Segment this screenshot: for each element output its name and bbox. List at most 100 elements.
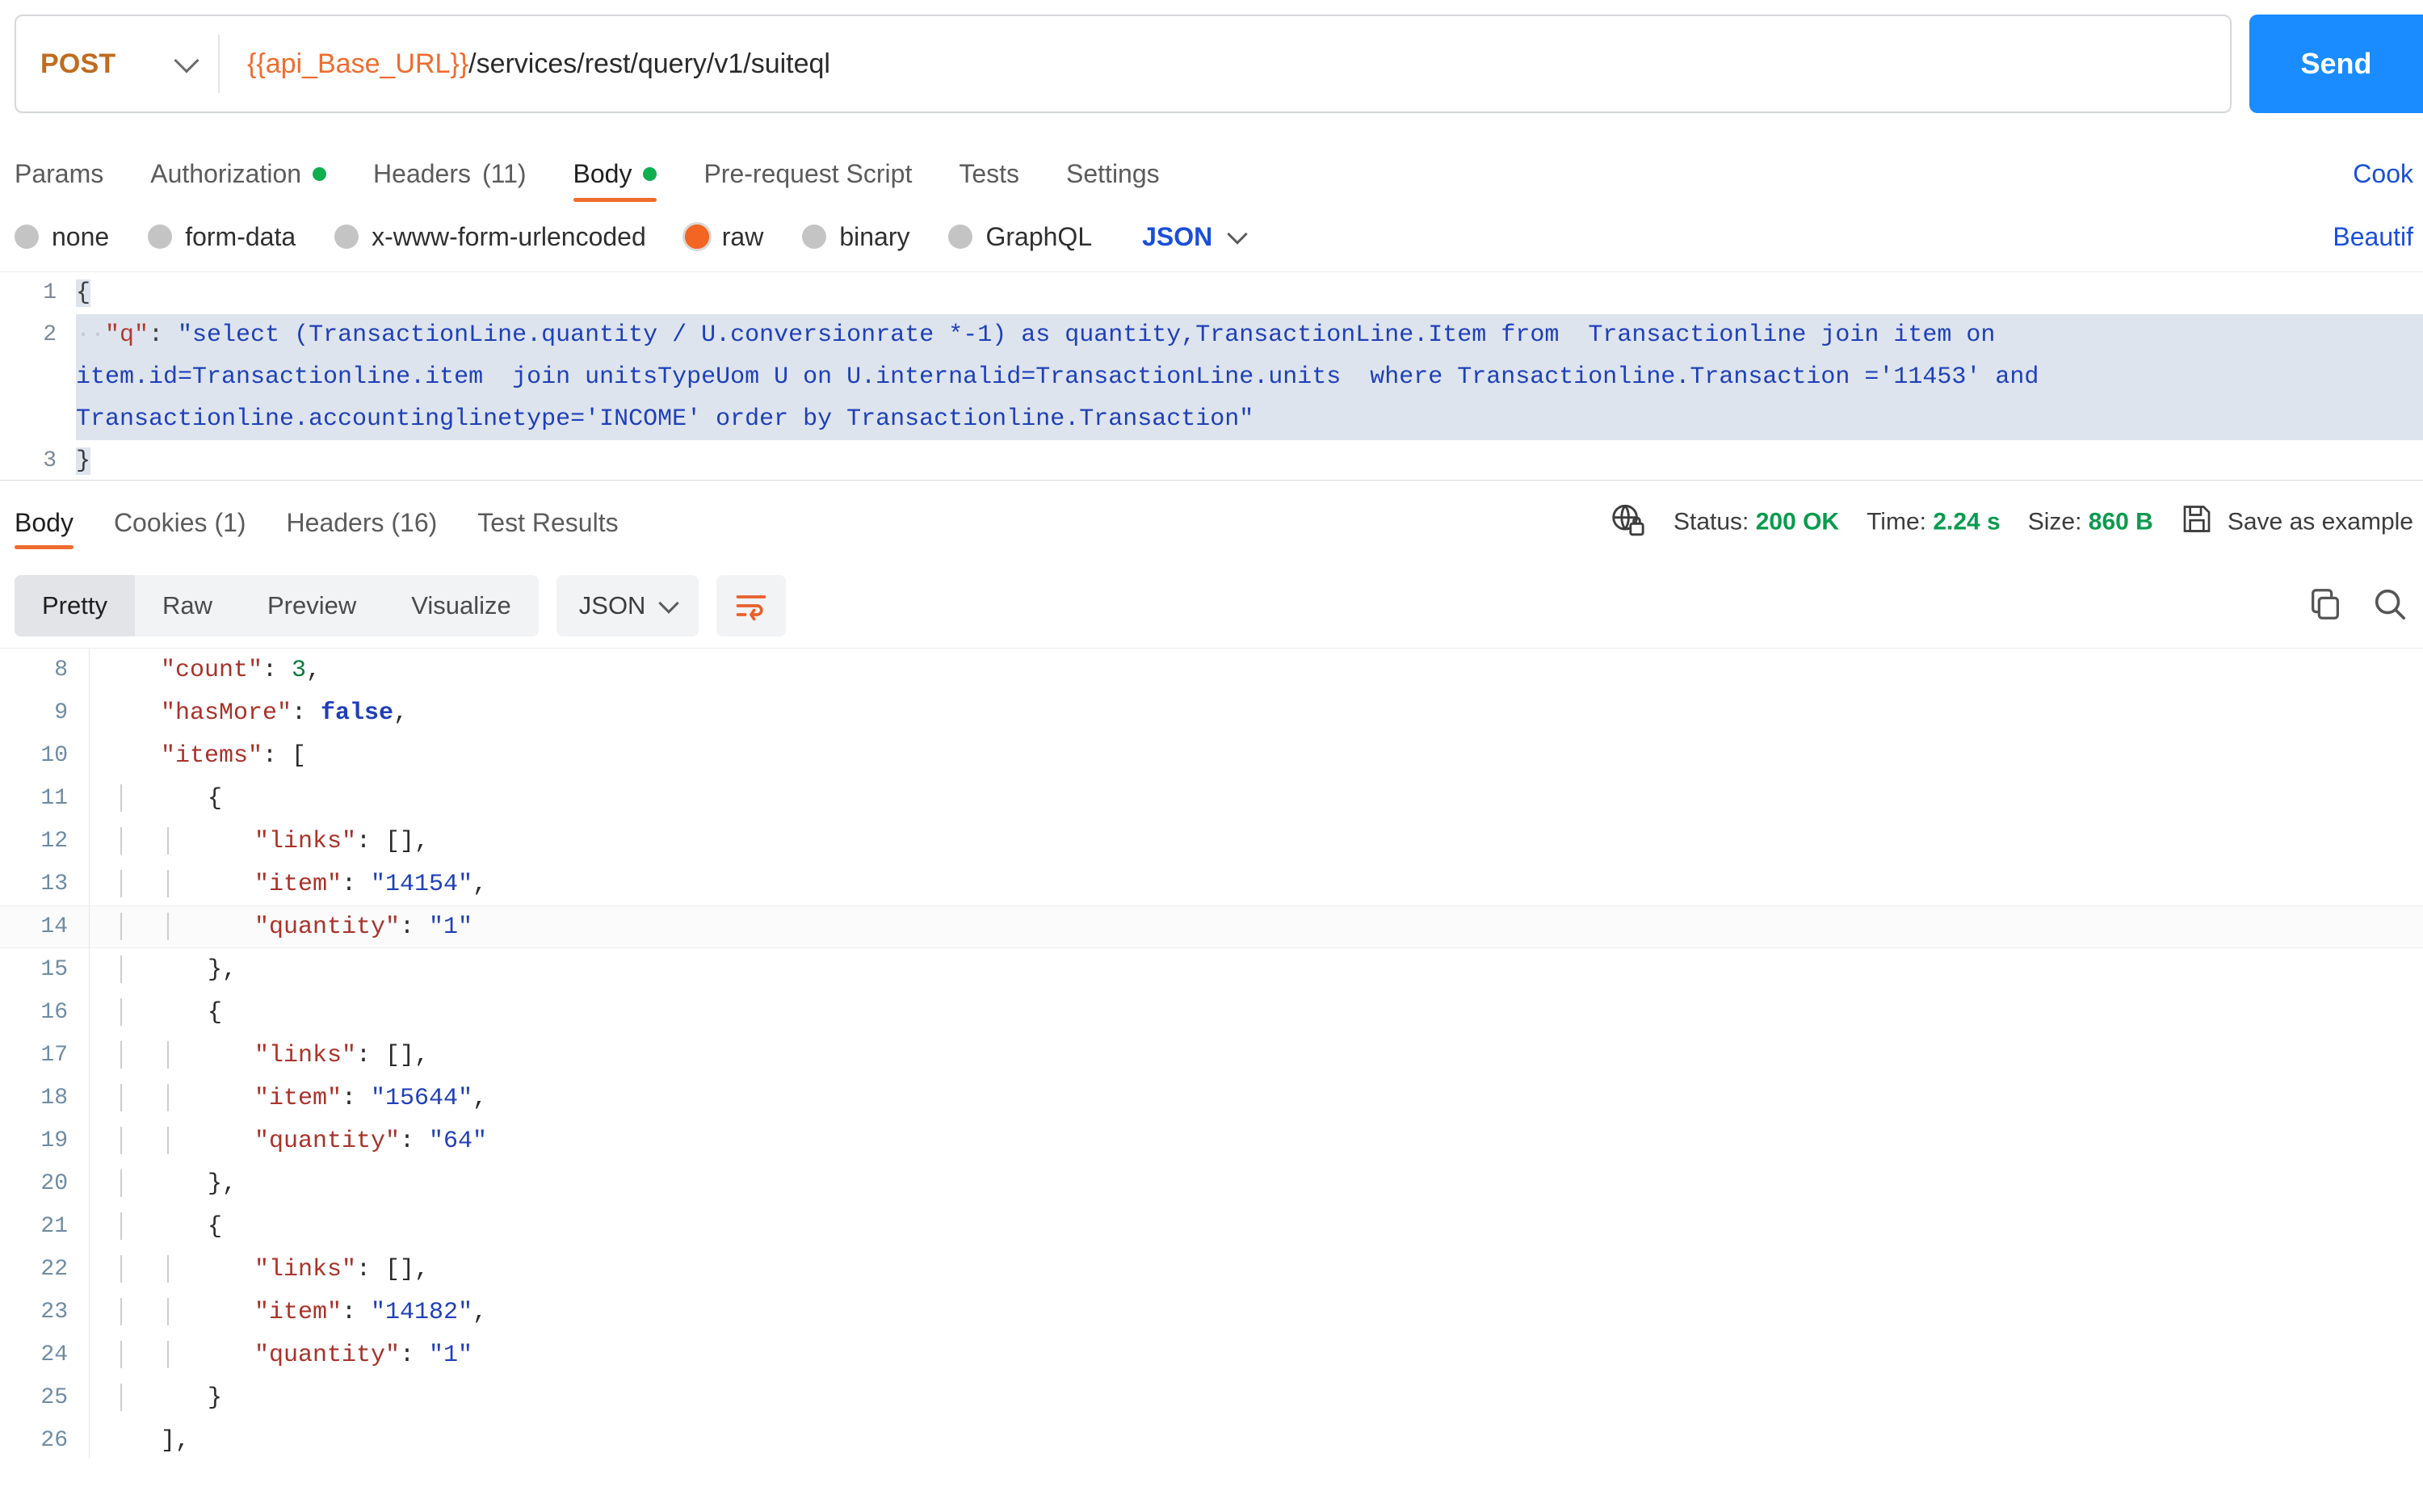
body-type-graphql[interactable]: GraphQL — [948, 222, 1092, 252]
response-code-line: 19 │ │ "quantity": "64" — [0, 1119, 2423, 1162]
response-code-text: "count": 3, — [161, 656, 321, 684]
tab-headers[interactable]: Headers (11) — [373, 159, 526, 202]
body-type-form-data[interactable]: form-data — [148, 222, 296, 252]
chevron-down-icon — [1227, 223, 1248, 245]
tab-label: Authorization — [150, 159, 302, 188]
view-mode-preview[interactable]: Preview — [240, 575, 384, 636]
save-as-example-button[interactable]: Save as example — [2181, 503, 2413, 542]
http-method-label: POST — [40, 48, 116, 79]
response-code-text: │ │ "quantity": "1" — [114, 1341, 473, 1369]
tab-tests[interactable]: Tests — [959, 159, 1019, 202]
editor-line: 1 { — [0, 272, 2423, 314]
line-number: 10 — [40, 743, 68, 768]
response-code-line: 16 │{ — [0, 991, 2423, 1034]
response-tab-body[interactable]: Body — [15, 495, 73, 549]
line-number: 26 — [40, 1428, 68, 1453]
radio-icon — [948, 225, 973, 249]
body-type-x-www-form-urlencoded[interactable]: x-www-form-urlencoded — [334, 222, 646, 252]
body-language-selector[interactable]: JSON — [1142, 221, 1248, 252]
response-code-line: 26], — [0, 1419, 2423, 1459]
request-url-bar: POST {{api_Base_URL}}/services/rest/quer… — [0, 0, 2423, 128]
body-type-none[interactable]: none — [15, 222, 109, 252]
line-number: 24 — [40, 1342, 68, 1367]
beautify-link[interactable]: Beautif — [2333, 222, 2413, 252]
view-mode-visualize[interactable]: Visualize — [384, 575, 539, 636]
search-icon[interactable] — [2371, 586, 2408, 627]
response-code-line: 11 │{ — [0, 777, 2423, 820]
response-code-text: │ │ "item": "14154", — [114, 870, 488, 898]
view-mode-pretty[interactable]: Pretty — [15, 575, 135, 636]
url-path: /services/rest/query/v1/suiteql — [468, 48, 830, 79]
response-code-text: "items": [ — [161, 741, 307, 770]
line-number: 9 — [54, 700, 68, 725]
tab-settings[interactable]: Settings — [1066, 159, 1160, 202]
tab-pre-request-script[interactable]: Pre-request Script — [703, 159, 912, 202]
response-format-selector[interactable]: JSON — [556, 575, 699, 636]
response-code-text: │{ — [114, 998, 223, 1027]
body-type-label: GraphQL — [985, 221, 1093, 251]
response-right-tools — [2307, 586, 2408, 627]
tab-badge: (11) — [481, 159, 527, 188]
wrap-text-button[interactable] — [716, 575, 787, 636]
http-method-selector[interactable]: POST — [16, 16, 218, 111]
tab-params[interactable]: Params — [15, 159, 103, 202]
response-format-label: JSON — [578, 591, 646, 620]
tab-body[interactable]: Body — [573, 159, 657, 202]
body-type-raw[interactable]: raw — [684, 221, 764, 252]
code-text: { — [76, 279, 91, 307]
line-number: 15 — [40, 957, 68, 982]
radio-icon — [334, 225, 359, 249]
response-code-text: ], — [161, 1426, 191, 1455]
body-type-label: none — [52, 221, 110, 251]
response-body-viewer[interactable]: 8 "count": 3, 9 "hasMore": false, 10 "items":… — [0, 648, 2423, 1459]
status-dot-icon — [313, 167, 327, 181]
copy-icon[interactable] — [2307, 586, 2344, 627]
response-code-line: 24 │ │ "quantity": "1" — [0, 1334, 2423, 1376]
editor-code: { — [76, 272, 2423, 314]
tab-authorization[interactable]: Authorization — [150, 159, 327, 202]
size-label: Size: — [2027, 508, 2082, 536]
response-code-text: "hasMore": false, — [161, 699, 409, 727]
request-body-editor[interactable]: 1 { 2 ··"q": "select (TransactionLine.qu… — [0, 271, 2423, 480]
sql-query-part-3: Transactionline.accountinglinetype='INCO… — [76, 405, 1254, 433]
response-code-text: │ │ "quantity": "64" — [114, 1127, 488, 1155]
response-view-modes: Pretty Raw Preview Visualize — [15, 575, 539, 636]
chevron-down-icon — [174, 48, 199, 74]
body-type-label: raw — [721, 221, 764, 251]
editor-code: ··"q": "select (TransactionLine.quantity… — [76, 314, 2423, 440]
tab-label: Tests — [959, 159, 1020, 188]
response-tab-headers[interactable]: Headers (16) — [287, 495, 438, 549]
response-tab-cookies[interactable]: Cookies (1) — [114, 495, 246, 549]
response-code-text: │ │ "links": [], — [114, 827, 430, 855]
time-label: Time: — [1867, 508, 1926, 536]
save-disk-icon — [2181, 503, 2213, 542]
radio-icon — [15, 225, 39, 249]
tab-label: Body — [15, 508, 73, 537]
cookies-link[interactable]: Cook — [2353, 159, 2413, 189]
view-mode-raw[interactable]: Raw — [135, 575, 240, 636]
url-input[interactable]: {{api_Base_URL}}/services/rest/query/v1/… — [220, 48, 2230, 80]
response-header: Body Cookies (1) Headers (16) Test Resul… — [0, 480, 2423, 564]
response-tab-test-results[interactable]: Test Results — [477, 495, 618, 549]
response-code-text: │{ — [114, 1212, 223, 1241]
body-type-label: binary — [839, 221, 910, 251]
line-number: 2 — [43, 322, 57, 347]
editor-code: } — [76, 440, 2423, 480]
response-code-line: 25 │} — [0, 1376, 2423, 1419]
time-badge: Time: 2.24 s — [1867, 509, 2001, 536]
url-input-container: POST {{api_Base_URL}}/services/rest/quer… — [15, 15, 2232, 113]
line-number: 19 — [40, 1128, 68, 1153]
response-code-line: 15 │}, — [0, 948, 2423, 991]
status-dot-icon — [643, 167, 657, 181]
send-button[interactable]: Send — [2249, 15, 2423, 113]
body-language-label: JSON — [1142, 221, 1213, 251]
tab-label: Body — [573, 159, 632, 188]
response-code-line: 8 "count": 3, — [0, 649, 2423, 691]
line-number: 12 — [40, 829, 68, 854]
line-number: 21 — [40, 1214, 68, 1239]
body-type-binary[interactable]: binary — [802, 222, 909, 252]
url-variable: {{api_Base_URL}} — [247, 48, 469, 79]
json-colon: : — [149, 321, 178, 349]
tab-label: Settings — [1066, 159, 1160, 188]
radio-icon — [148, 225, 173, 249]
